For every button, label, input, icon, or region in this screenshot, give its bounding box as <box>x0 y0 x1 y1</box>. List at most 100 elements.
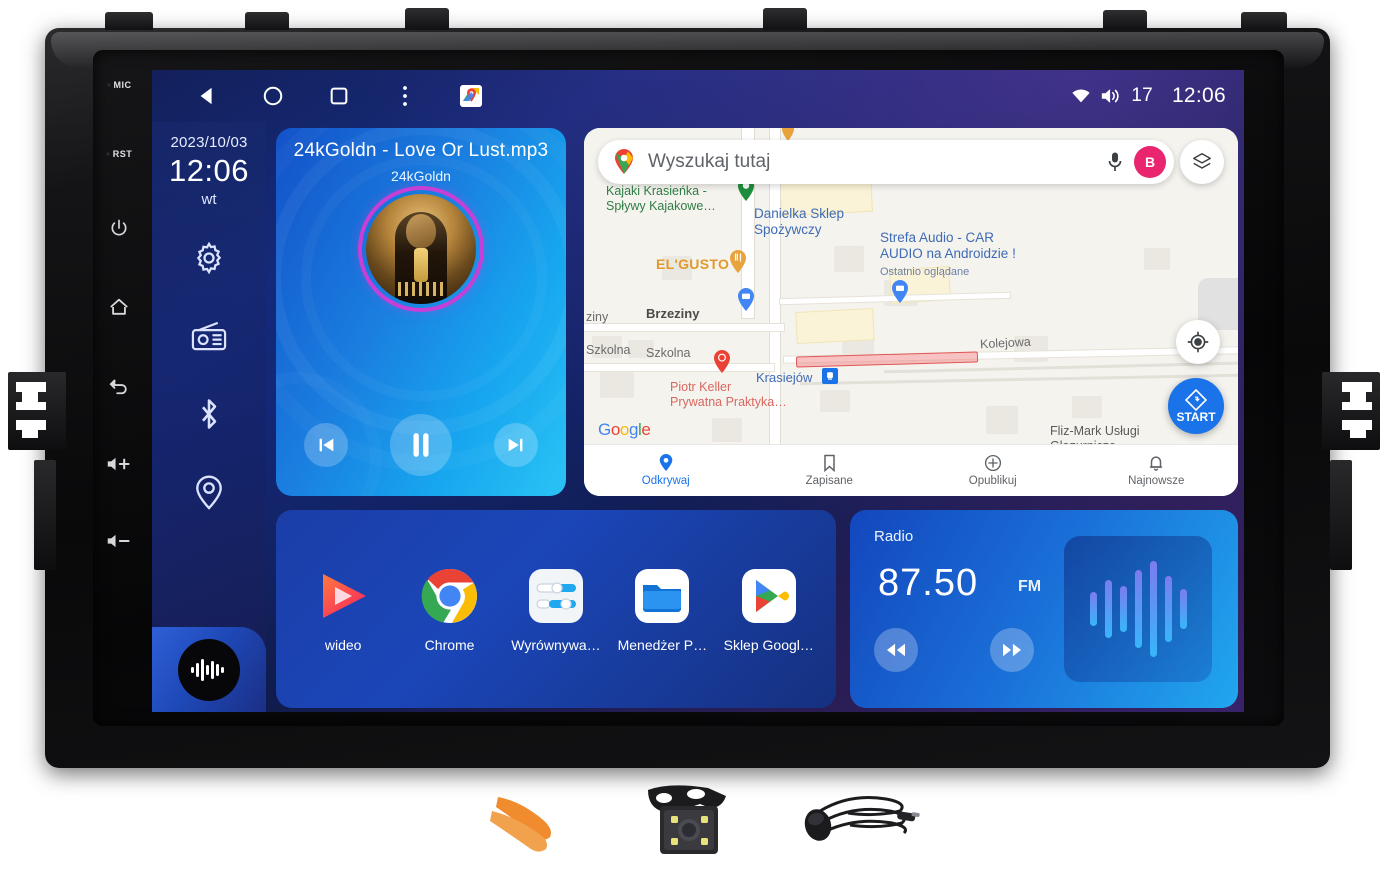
google-maps-widget[interactable]: Kajaki Krasieńka - Spływy Kajakowe… Dani… <box>584 128 1238 496</box>
app-wideo[interactable]: wideo <box>293 565 393 653</box>
external-microphone-accessory <box>790 781 920 861</box>
volume-up-button[interactable] <box>106 455 132 473</box>
map-nav-zapisane[interactable]: Zapisane <box>748 454 912 487</box>
location-pin-icon <box>659 454 673 472</box>
play-pause-button[interactable] <box>390 414 452 476</box>
map-road-horizontal-brzeziny <box>584 324 784 331</box>
brand-letter: o <box>619 420 629 439</box>
pry-tool-accessory <box>480 781 590 861</box>
train-station-icon <box>827 372 833 380</box>
radio-controls <box>874 628 1034 672</box>
mount-tab <box>245 12 289 30</box>
radio-widget-label: Radio <box>874 528 914 545</box>
map-marker-piotr-keller[interactable] <box>712 348 732 374</box>
status-clock: 12:06 <box>1171 84 1226 107</box>
radio-widget[interactable]: Radio 87.50 FM <box>850 510 1238 708</box>
music-player-widget[interactable]: 24kGoldn - Love Or Lust.mp3 24kGoldn <box>276 128 566 496</box>
map-pin-restaurant-icon <box>730 250 746 273</box>
map-account-avatar[interactable]: B <box>1134 146 1166 178</box>
bracket-slot <box>22 430 38 438</box>
reset-indicator[interactable]: RST <box>105 149 133 159</box>
radio-shortcut[interactable] <box>189 316 229 356</box>
app-wideo-label: wideo <box>324 637 362 653</box>
bracket-slot <box>1342 382 1372 392</box>
app-chrome-label: Chrome <box>424 637 475 653</box>
back-button[interactable] <box>108 376 130 396</box>
radio-seek-down-button[interactable] <box>874 628 918 672</box>
map-nav-najnowsze[interactable]: Najnowsze <box>1075 454 1239 487</box>
app-menedzer-plikow[interactable]: Menedżer P… <box>612 565 712 653</box>
google-maps-icon <box>460 85 482 107</box>
map-marker-krasiejow-station[interactable] <box>822 368 838 384</box>
audio-waveform-icon <box>191 658 224 681</box>
map-marker-shop[interactable] <box>736 286 756 312</box>
map-voice-search-button[interactable] <box>1100 147 1130 177</box>
previous-track-button[interactable] <box>304 423 348 467</box>
nav-back-button[interactable] <box>194 83 220 109</box>
map-layers-button[interactable] <box>1180 140 1224 184</box>
nav-home-button[interactable] <box>260 83 286 109</box>
visualizer-bar <box>1134 570 1142 648</box>
volume-level: 17 <box>1131 85 1153 106</box>
mount-tab <box>1103 10 1147 30</box>
start-button-label: START <box>1176 410 1216 424</box>
map-marker-strefa-audio[interactable] <box>890 278 910 304</box>
app-wyrownywanie-label: Wyrównywa… <box>511 637 601 653</box>
reset-hole[interactable] <box>105 152 110 156</box>
mount-tab <box>105 12 153 30</box>
brand-letter: G <box>598 420 611 439</box>
bookmark-icon <box>824 454 835 472</box>
next-track-button[interactable] <box>494 423 538 467</box>
album-art-chain <box>414 248 428 282</box>
volume-down-button[interactable] <box>106 532 132 550</box>
mount-tab <box>763 8 807 30</box>
backup-camera-accessory <box>630 778 750 864</box>
volume-up-icon <box>107 457 130 471</box>
nav-overflow-button[interactable] <box>392 83 418 109</box>
my-location-icon <box>1187 331 1209 353</box>
bluetooth-shortcut[interactable] <box>189 394 229 434</box>
street-ziny: ziny <box>586 310 609 324</box>
mic-led <box>106 83 111 87</box>
radio-icon <box>191 321 227 351</box>
visualizer-bar <box>1089 592 1097 626</box>
wifi-icon <box>1072 89 1091 103</box>
external-mic-icon <box>804 796 920 841</box>
map-railway <box>800 373 1238 386</box>
power-button[interactable] <box>109 218 129 238</box>
map-block <box>820 390 850 412</box>
song-title: 24kGoldn - Love Or Lust.mp3 <box>293 140 549 161</box>
music-shortcut-widget[interactable] <box>152 627 266 712</box>
app-sklep-google-play[interactable]: Sklep Googl… <box>719 565 819 653</box>
poi-strefa-audio-subtitle: Ostatnio oglądane <box>880 266 970 278</box>
nav-recents-button[interactable] <box>326 83 352 109</box>
touchscreen-display[interactable]: 17 12:06 2023/10/03 12:06 wt 24kGoldn - … <box>152 70 1244 712</box>
back-triangle-icon <box>200 87 212 105</box>
included-accessories <box>480 776 920 866</box>
map-locate-button[interactable] <box>1176 320 1220 364</box>
map-pin-audio-icon <box>892 280 908 303</box>
home-circle-icon <box>263 86 283 106</box>
skip-next-icon <box>508 438 523 452</box>
map-search-bar[interactable]: Wyszukaj tutaj B <box>598 140 1174 184</box>
album-art-head <box>406 214 436 248</box>
map-nav-odkrywaj[interactable]: Odkrywaj <box>584 454 748 487</box>
recents-square-icon <box>330 87 348 105</box>
brand-letter: o <box>610 420 620 439</box>
highlighted-route <box>795 351 979 368</box>
left-mounting-bracket-lower <box>34 460 56 570</box>
map-marker-elgusto[interactable] <box>728 248 748 274</box>
radio-visualizer <box>1064 536 1212 682</box>
brand-letter: g <box>628 420 639 439</box>
map-nav-opublikuj[interactable]: Opublikuj <box>911 454 1075 487</box>
skip-previous-icon <box>319 438 334 452</box>
nav-maps-shortcut-button[interactable] <box>458 83 484 109</box>
app-chrome[interactable]: Chrome <box>400 565 500 653</box>
map-start-navigation-button[interactable]: START <box>1168 378 1224 434</box>
home-button[interactable] <box>108 297 130 317</box>
navigation-shortcut[interactable] <box>189 472 229 512</box>
settings-shortcut[interactable] <box>189 238 229 278</box>
app-wyrownywanie[interactable]: Wyrównywa… <box>506 565 606 653</box>
settings-icon <box>196 241 222 275</box>
radio-seek-up-button[interactable] <box>990 628 1034 672</box>
